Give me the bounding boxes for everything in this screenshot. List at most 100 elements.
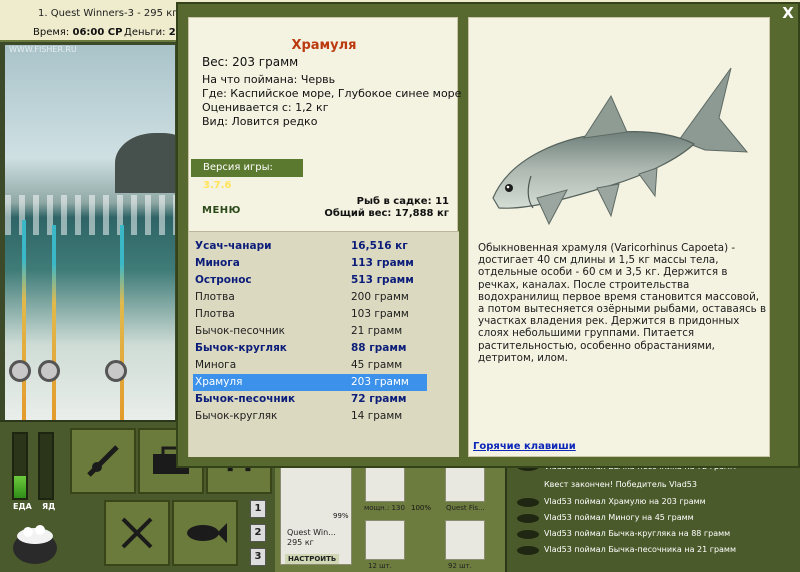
money-display: Деньги: 2 — [124, 27, 176, 38]
hotkeys-link[interactable]: Горячие клавиши — [473, 441, 576, 452]
fishing-scene[interactable]: WWW.FISHER.RU — [5, 45, 175, 420]
page-button-1[interactable]: 1 — [250, 500, 266, 518]
fish-list-row[interactable]: Остронос 513 грамм — [193, 272, 427, 289]
fish-list-name: Минога — [195, 359, 237, 371]
hook-slot[interactable]: 12 шт. — [365, 520, 405, 570]
fish-list-name: Бычок-песочник — [195, 325, 286, 337]
event-log: Vlad53 поймал Бычка-песочника на 72 грам… — [505, 460, 800, 572]
menu-button[interactable]: МЕНЮ — [202, 205, 241, 216]
bait-slot[interactable]: 92 шт. — [445, 520, 485, 570]
quest-title[interactable]: 1. Quest Winners-3 - 295 кг — [38, 8, 177, 19]
fish-list-name: Бычок-кругляк — [195, 342, 287, 354]
fish-icon — [517, 530, 539, 539]
hook-count: 12 шт. — [368, 562, 392, 570]
fish-list-name: Плотва — [195, 291, 235, 303]
watermark: WWW.FISHER.RU — [9, 45, 77, 54]
valued-from: Оценивается с: 1,2 кг — [202, 101, 329, 114]
keepnet-fish-list: Усач-чанари 16,516 кг Минога 113 грамм Ост… — [189, 231, 459, 457]
fish-image — [479, 40, 749, 240]
fish-list-row[interactable]: Плотва 200 грамм — [193, 289, 427, 306]
fishing-rod-1[interactable] — [22, 220, 26, 420]
fish-list-row[interactable]: Бычок-кругляк 88 грамм — [193, 340, 427, 357]
keepnet-weight: Общий вес: 17,888 кг — [324, 208, 449, 219]
fish-list-name: Плотва — [195, 308, 235, 320]
fish-list-weight: 103 грамм — [351, 308, 409, 320]
fish-catch-button[interactable] — [172, 500, 238, 566]
fish-list-row[interactable]: Храмуля 203 грамм — [193, 374, 427, 391]
rod-percent: 99% — [333, 512, 349, 520]
fish-list-weight: 203 грамм — [351, 376, 409, 388]
page-button-2[interactable]: 2 — [250, 524, 266, 542]
log-line: Vlad53 поймал Бычка-песочника на 21 грам… — [544, 545, 736, 554]
fish-list-name: Минога — [195, 257, 240, 269]
fish-list-row[interactable]: Бычок-песочник 21 грамм — [193, 323, 427, 340]
food-label: ЕДА — [13, 502, 32, 511]
food-gauge-fill — [14, 475, 26, 498]
fish-list-name: Бычок-песочник — [195, 393, 296, 405]
money-label: Деньги: — [124, 27, 166, 38]
fish-details-panel: Храмуля Вес: 203 грамм На что поймана: Ч… — [188, 17, 462, 457]
line-name: Quest Fis... — [446, 504, 485, 512]
rod-weight: 295 кг — [287, 538, 314, 547]
fish-list-weight: 14 грамм — [351, 410, 403, 422]
time-value: 06:00 СР — [72, 27, 123, 38]
bait-count: 92 шт. — [448, 562, 472, 570]
rock-island — [115, 133, 175, 193]
money-value: 2 — [168, 27, 176, 38]
tackle-strip: Quest Win... 295 кг НАСТРОИТЬ 99% мощн.:… — [275, 460, 505, 572]
food-pot-icon[interactable] — [10, 518, 60, 566]
close-button[interactable]: X — [779, 4, 797, 22]
fish-list-name: Храмуля — [195, 376, 243, 388]
reel-power: мощн.: 130 — [364, 504, 405, 512]
time-label: Время: — [33, 27, 70, 38]
fish-list-row[interactable]: Плотва 103 грамм — [193, 306, 427, 323]
fish-list-row[interactable]: Бычок-песочник 72 грамм — [193, 391, 427, 408]
surf-foam — [5, 195, 175, 235]
food-gauge — [12, 432, 28, 500]
food-button[interactable] — [104, 500, 170, 566]
caught-on: На что поймана: Червь — [202, 73, 336, 86]
time-display: Время: 06:00 СР — [33, 27, 122, 38]
log-line: Vlad53 поймал Храмулю на 203 грамм — [544, 497, 706, 506]
fish-list-name: Остронос — [195, 274, 252, 286]
fish-description-panel: Обыкновенная храмуля (Varicorhinus Capoe… — [468, 17, 770, 457]
fish-icon — [517, 498, 539, 507]
fish-list-weight: 513 грамм — [351, 274, 414, 286]
fish-list-weight: 88 грамм — [351, 342, 407, 354]
reel-durability: 100% — [411, 504, 432, 512]
fish-list-row[interactable]: Усач-чанари 16,516 кг — [193, 238, 427, 255]
fish-list-weight: 45 грамм — [351, 359, 403, 371]
fish-list-name: Усач-чанари — [195, 240, 272, 252]
fish-icon — [517, 514, 539, 523]
fish-weight: Вес: 203 грамм — [202, 55, 299, 69]
fishing-rod-3[interactable] — [120, 225, 124, 420]
fish-kind: Вид: Ловится редко — [202, 115, 318, 128]
keepnet-count: Рыб в садке: 11 — [356, 196, 449, 207]
fish-list-weight: 21 грамм — [351, 325, 403, 337]
line-slot[interactable]: Quest Fis... — [445, 462, 485, 512]
fish-list-row[interactable]: Бычок-кругляк 14 грамм — [193, 408, 427, 425]
fish-list-name: Бычок-кругляк — [195, 410, 278, 422]
fish-list-weight: 113 грамм — [351, 257, 414, 269]
version-value: 3.7.6 — [203, 180, 232, 191]
log-line: Vlad53 поймал Бычка-кругляка на 88 грамм — [544, 529, 731, 538]
rod-name: Quest Win... — [287, 528, 336, 537]
reel-icon — [9, 360, 31, 382]
fish-description: Обыкновенная храмуля (Varicorhinus Capoe… — [478, 242, 767, 364]
setup-button[interactable]: НАСТРОИТЬ — [285, 554, 340, 564]
where-caught: Где: Каспийское море, Глубокое синее мор… — [202, 87, 462, 100]
fish-list-row[interactable]: Минога 113 грамм — [193, 255, 427, 272]
reel-icon — [105, 360, 127, 382]
version-badge: Версия игры: 3.7.6 — [191, 159, 303, 191]
fish-list-row[interactable]: Минога 45 грамм — [193, 357, 427, 374]
rods-button[interactable] — [70, 428, 136, 494]
fish-list-weight: 72 грамм — [351, 393, 407, 405]
fishing-rod-2[interactable] — [52, 225, 56, 420]
page-button-3[interactable]: 3 — [250, 548, 266, 566]
log-line: Vlad53 поймал Миногу на 45 грамм — [544, 513, 694, 522]
reel-slot[interactable]: мощн.: 130 — [364, 462, 405, 512]
fish-list-weight: 200 грамм — [351, 291, 409, 303]
fish-list-weight: 16,516 кг — [351, 240, 408, 252]
log-line: Квест закончен! Победитель Vlad53 — [544, 480, 697, 489]
poison-gauge — [38, 432, 54, 500]
